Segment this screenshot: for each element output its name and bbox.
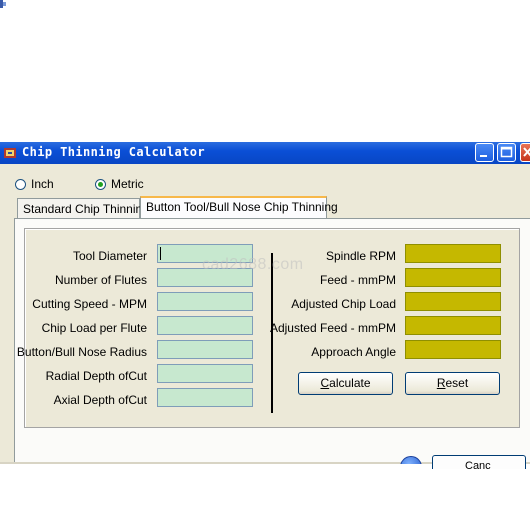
label-feed: Feed - mmPM <box>319 273 396 287</box>
radio-metric-label: Metric <box>111 177 144 191</box>
tab-button-tool-bull-nose[interactable]: Button Tool/Bull Nose Chip Thinning <box>140 196 338 218</box>
calculate-label: alculate <box>329 376 371 390</box>
calculate-button[interactable]: Calculate <box>298 372 393 395</box>
radial-depth-input[interactable] <box>157 364 253 383</box>
radio-metric-circle[interactable] <box>95 178 106 190</box>
adjusted-chip-load-output <box>405 292 501 311</box>
reset-label: eset <box>445 376 469 390</box>
axial-depth-input[interactable] <box>157 388 253 407</box>
label-spindle-rpm: Spindle RPM <box>325 249 396 263</box>
tab-button-tool-label: Button Tool/Bull Nose Chip Thinning <box>146 200 338 214</box>
radio-selected-dot <box>98 181 103 187</box>
label-adjusted-feed: Adjusted Feed - mmPM <box>269 321 396 335</box>
bull-nose-radius-input[interactable] <box>157 340 253 359</box>
feed-output <box>405 268 501 287</box>
app-icon <box>4 148 16 158</box>
close-icon <box>523 147 530 157</box>
label-bull-nose-radius: Button/Bull Nose Radius <box>16 345 147 359</box>
title-bar[interactable]: Chip Thinning Calculator <box>0 142 530 164</box>
spindle-rpm-output <box>405 244 501 263</box>
minimize-button[interactable] <box>475 143 494 162</box>
label-adjusted-chip-load: Adjusted Chip Load <box>291 297 396 311</box>
label-chip-load: Chip Load per Flute <box>41 321 147 335</box>
label-radial-depth: Radial Depth ofCut <box>45 369 147 383</box>
help-icon[interactable] <box>400 456 422 464</box>
maximize-icon <box>500 146 513 158</box>
label-approach-angle: Approach Angle <box>311 345 396 359</box>
chip-load-input[interactable] <box>157 316 253 335</box>
cutting-speed-input[interactable] <box>157 292 253 311</box>
label-number-of-flutes: Number of Flutes <box>54 273 147 287</box>
calculate-mnemonic: C <box>320 376 330 390</box>
radio-inch[interactable]: Inch <box>15 177 54 191</box>
cancel-button-partial[interactable]: Canc <box>432 455 526 469</box>
adjusted-feed-output <box>405 316 501 335</box>
tab-standard-label: Standard Chip Thinning <box>23 202 149 216</box>
window-title: Chip Thinning Calculator <box>22 145 205 159</box>
radio-inch-circle[interactable] <box>15 178 26 190</box>
approach-angle-output <box>405 340 501 359</box>
tab-panel: Tool Diameter Number of Flutes Cutting S… <box>14 218 530 464</box>
label-axial-depth: Axial Depth ofCut <box>53 393 147 407</box>
maximize-button[interactable] <box>497 143 516 162</box>
chip-thinning-window: Chip Thinning Calculator Inch Metric Sta… <box>0 142 530 464</box>
watermark: cad2688.com <box>202 256 304 273</box>
window-client: Inch Metric Standard Chip Thinning Butto… <box>0 164 530 464</box>
label-tool-diameter: Tool Diameter <box>72 249 147 263</box>
radio-inch-label: Inch <box>31 177 54 191</box>
reset-button[interactable]: Reset <box>405 372 500 395</box>
cancel-label-partial: Canc <box>465 460 491 469</box>
close-button[interactable] <box>520 143 530 162</box>
radio-metric[interactable]: Metric <box>95 177 144 191</box>
label-cutting-speed: Cutting Speed - MPM <box>32 297 147 311</box>
tab-standard-chip-thinning[interactable]: Standard Chip Thinning <box>17 198 149 218</box>
minimize-icon <box>480 155 487 157</box>
fragment-icon <box>0 0 6 8</box>
